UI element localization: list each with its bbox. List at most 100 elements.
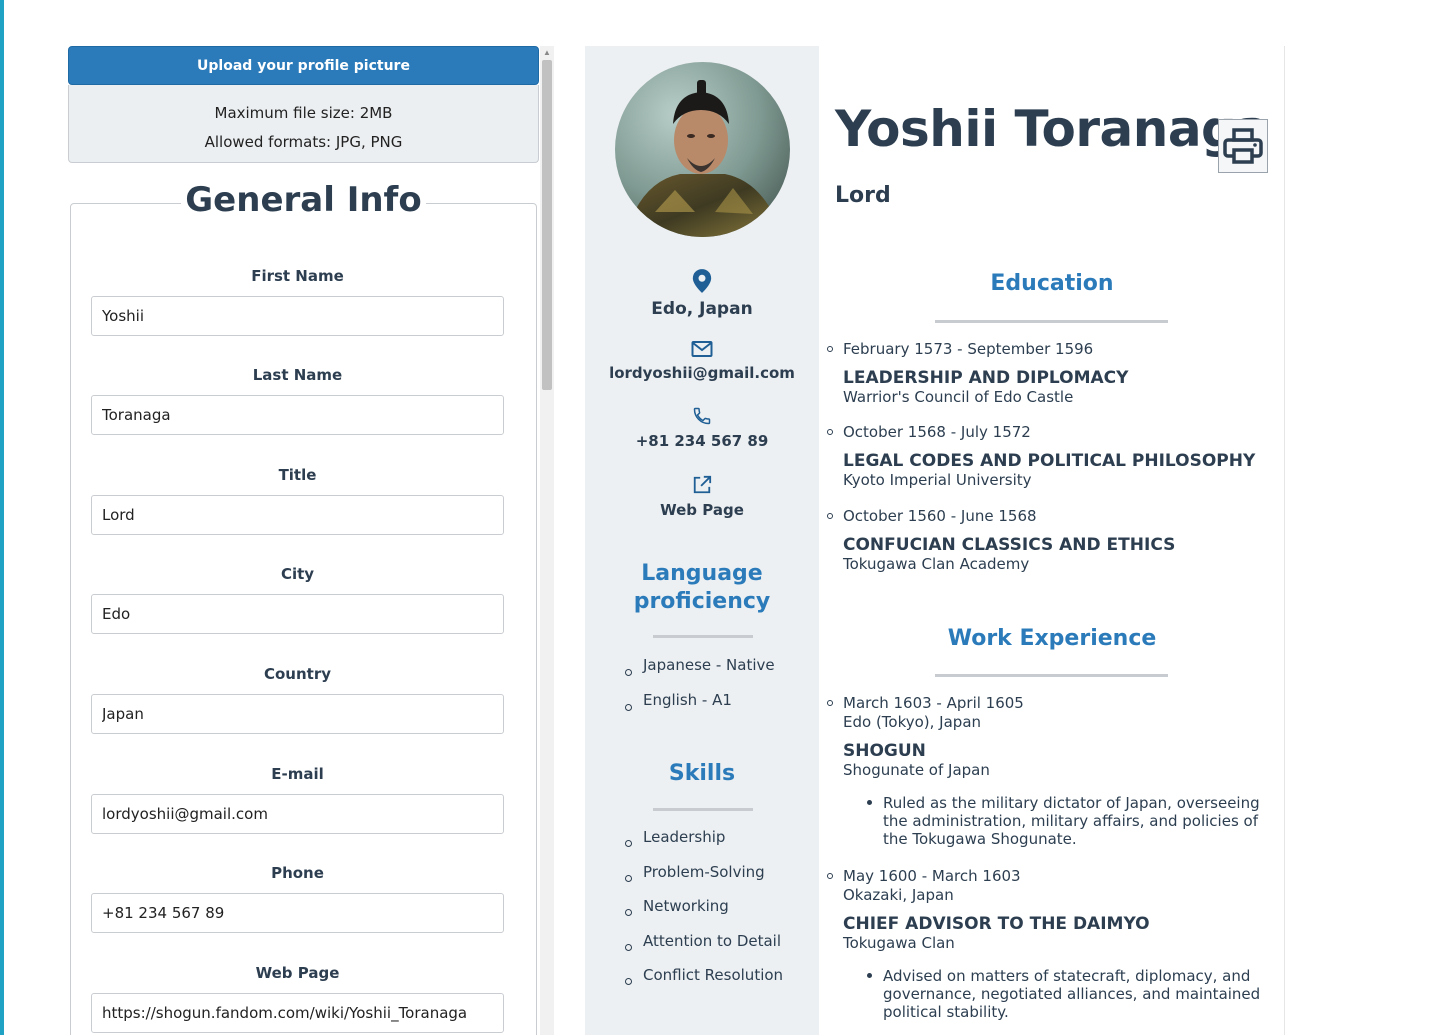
education-date: October 1560 - June 1568 xyxy=(843,507,1037,525)
cv-job-title: Lord xyxy=(835,183,891,208)
list-bullet xyxy=(827,700,833,706)
skill-item: Attention to Detail xyxy=(623,930,783,965)
phone-icon xyxy=(693,407,711,425)
editor-scrollbar[interactable]: ▲ xyxy=(540,46,554,1035)
city-label: City xyxy=(280,565,315,583)
language-item: English - A1 xyxy=(623,689,775,724)
languages-heading-line-1: Language xyxy=(641,561,763,586)
work-employer: Tokugawa Clan xyxy=(843,934,955,952)
cv-name: Yoshii Toranaga xyxy=(835,100,1270,158)
envelope-icon xyxy=(691,341,713,357)
city-group: City xyxy=(91,564,504,634)
education-degree: Leadership and Diplomacy xyxy=(843,368,1129,388)
work-location: Edo (Tokyo), Japan xyxy=(843,713,982,731)
list-bullet xyxy=(827,513,833,519)
contact-email: lordyoshii@gmail.com xyxy=(585,340,819,382)
education-institution: Warrior's Council of Edo Castle xyxy=(843,388,1074,406)
phone-input[interactable] xyxy=(91,893,504,933)
skills-list: Leadership Problem-Solving Networking At… xyxy=(623,826,783,999)
education-institution: Tokugawa Clan Academy xyxy=(843,555,1030,573)
contact-email-text: lordyoshii@gmail.com xyxy=(609,364,795,382)
education-item: October 1568 - July 1572 Legal Codes and… xyxy=(827,423,1283,490)
skill-item: Problem-Solving xyxy=(623,861,783,896)
education-date: February 1573 - September 1596 xyxy=(843,340,1094,358)
education-degree: Legal Codes and Political Philosophy xyxy=(843,451,1256,471)
education-item: October 1560 - June 1568 Confucian Class… xyxy=(827,507,1283,574)
work-date: March 1603 - April 1605 xyxy=(843,694,1024,712)
list-bullet xyxy=(827,346,833,352)
map-pin-icon xyxy=(692,269,712,293)
contact-phone-text: +81 234 567 89 xyxy=(635,432,769,450)
country-input[interactable] xyxy=(91,694,504,734)
contact-phone: +81 234 567 89 xyxy=(585,406,819,450)
scroll-up-arrow-icon[interactable]: ▲ xyxy=(540,46,554,60)
printer-icon xyxy=(1223,128,1263,164)
upload-info-box: Maximum file size: 2MB Allowed formats: … xyxy=(68,85,539,163)
work-description: Advised on matters of statecraft, diplom… xyxy=(843,967,1283,1021)
general-info-heading: General Info xyxy=(68,180,539,220)
cv-editor-panel: Upload your profile picture Maximum file… xyxy=(68,46,554,1035)
languages-list: Japanese - Native English - A1 xyxy=(623,654,775,724)
scrollbar-thumb[interactable] xyxy=(542,60,552,390)
language-item: Japanese - Native xyxy=(623,654,775,689)
work-date: May 1600 - March 1603 xyxy=(843,867,1021,885)
education-item: February 1573 - September 1596 Leadershi… xyxy=(827,340,1283,407)
work-position: Shogun xyxy=(843,741,926,761)
contact-location-text: Edo, Japan xyxy=(651,299,753,319)
languages-divider xyxy=(653,635,753,638)
work-item: March 1603 - April 1605 Edo (Tokyo), Jap… xyxy=(827,694,1283,848)
first-name-group: First Name xyxy=(91,266,504,336)
general-info-heading-text: General Info xyxy=(181,180,426,220)
languages-heading: Language proficiency xyxy=(585,560,819,616)
external-link-icon xyxy=(693,475,712,494)
work-description: Ruled as the military dictator of Japan,… xyxy=(843,794,1283,848)
title-label: Title xyxy=(278,466,317,484)
cv-main-content: Yoshii Toranaga Lord Education February … xyxy=(819,46,1284,1035)
last-name-group: Last Name xyxy=(91,365,504,435)
print-button[interactable] xyxy=(1218,119,1268,173)
work-experience-divider xyxy=(935,674,1168,677)
email-group: E-mail xyxy=(91,764,504,834)
web-page-input[interactable] xyxy=(91,993,504,1033)
phone-label: Phone xyxy=(271,864,324,882)
title-group: Title xyxy=(91,465,504,535)
upload-profile-picture-button[interactable]: Upload your profile picture xyxy=(68,46,539,85)
window-edge-accent xyxy=(0,0,4,1035)
skills-heading: Skills xyxy=(668,761,736,786)
first-name-input[interactable] xyxy=(91,296,504,336)
upload-max-size: Maximum file size: 2MB xyxy=(214,104,393,122)
first-name-label: First Name xyxy=(251,267,344,285)
skills-divider xyxy=(653,808,753,811)
last-name-input[interactable] xyxy=(91,395,504,435)
work-position: Chief Advisor to the Daimyo xyxy=(843,914,1150,934)
languages-heading-line-2: proficiency xyxy=(633,589,771,614)
upload-formats: Allowed formats: JPG, PNG xyxy=(204,133,403,151)
education-heading: Education xyxy=(990,271,1114,296)
title-input[interactable] xyxy=(91,495,504,535)
last-name-label: Last Name xyxy=(252,366,343,384)
work-location: Okazaki, Japan xyxy=(843,886,954,904)
phone-group: Phone xyxy=(91,863,504,933)
education-divider xyxy=(935,320,1168,323)
list-bullet xyxy=(827,873,833,879)
web-page-label: Web Page xyxy=(255,964,340,982)
city-input[interactable] xyxy=(91,594,504,634)
education-date: October 1568 - July 1572 xyxy=(843,423,1031,441)
contact-location: Edo, Japan xyxy=(585,268,819,319)
work-item: May 1600 - March 1603 Okazaki, Japan Chi… xyxy=(827,867,1283,1021)
contact-web-page[interactable]: Web Page xyxy=(585,475,819,519)
web-page-group: Web Page xyxy=(91,963,504,1033)
skill-item: Conflict Resolution xyxy=(623,964,783,999)
work-experience-heading: Work Experience xyxy=(947,626,1157,651)
country-label: Country xyxy=(263,665,332,683)
education-institution: Kyoto Imperial University xyxy=(843,471,1032,489)
list-bullet xyxy=(827,429,833,435)
email-label: E-mail xyxy=(271,765,324,783)
contact-web-page-link[interactable]: Web Page xyxy=(585,501,819,519)
profile-picture xyxy=(615,62,790,237)
education-degree: Confucian Classics and Ethics xyxy=(843,535,1176,555)
work-employer: Shogunate of Japan xyxy=(843,761,990,779)
email-input[interactable] xyxy=(91,794,504,834)
skill-item: Leadership xyxy=(623,826,783,861)
country-group: Country xyxy=(91,664,504,734)
